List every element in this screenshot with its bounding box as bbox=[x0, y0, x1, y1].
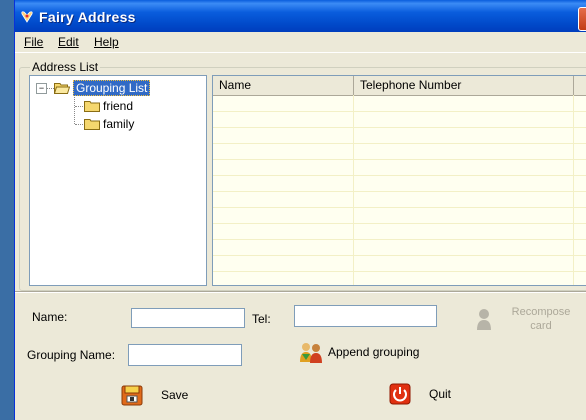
table-row[interactable] bbox=[213, 223, 586, 240]
table-row[interactable] bbox=[213, 239, 586, 256]
tel-field[interactable] bbox=[294, 305, 437, 327]
name-input[interactable] bbox=[132, 309, 244, 327]
quit-label: Quit bbox=[429, 387, 452, 401]
people-icon bbox=[298, 340, 324, 364]
close-button[interactable]: × bbox=[578, 7, 586, 31]
window-title: Fairy Address bbox=[39, 9, 136, 25]
recompose-label-line-2: card bbox=[530, 320, 552, 332]
group-tree[interactable]: − Grouping List friend family bbox=[29, 75, 207, 286]
menu-file-label: File bbox=[24, 35, 44, 49]
append-grouping-button[interactable]: Append grouping bbox=[298, 340, 419, 364]
table-row[interactable] bbox=[213, 191, 586, 208]
name-field[interactable] bbox=[131, 308, 245, 328]
menu-help[interactable]: Help bbox=[94, 35, 119, 49]
fairy-icon bbox=[20, 10, 34, 24]
folder-icon bbox=[84, 118, 100, 130]
table-header: Name Telephone Number bbox=[213, 76, 586, 96]
power-icon bbox=[389, 383, 411, 405]
menu-bar: File Edit Help bbox=[15, 32, 586, 53]
menu-help-label: Help bbox=[94, 35, 119, 49]
floppy-zip-icon bbox=[121, 384, 143, 406]
recompose-label-line-1: Recompose bbox=[511, 306, 571, 318]
save-label: Save bbox=[161, 388, 189, 402]
column-header-telephone[interactable]: Telephone Number bbox=[354, 76, 574, 95]
table-row[interactable] bbox=[213, 255, 586, 272]
quit-button[interactable]: Quit bbox=[389, 383, 451, 405]
menu-edit-label: Edit bbox=[58, 35, 79, 49]
title-bar[interactable]: Fairy Address × bbox=[15, 0, 586, 35]
menu-file[interactable]: File bbox=[24, 35, 43, 49]
tree-item-family[interactable]: family bbox=[84, 116, 134, 132]
table-row[interactable] bbox=[213, 159, 586, 176]
tree-connector bbox=[74, 94, 75, 124]
contacts-table[interactable]: Name Telephone Number bbox=[212, 75, 586, 286]
column-header-name[interactable]: Name bbox=[213, 76, 354, 95]
recompose-card-button[interactable]: Recompose card bbox=[471, 305, 581, 337]
grouping-name-input[interactable] bbox=[129, 345, 241, 365]
tel-input[interactable] bbox=[295, 306, 436, 326]
save-button[interactable]: Save bbox=[121, 384, 188, 406]
main-window: Fairy Address × File Edit Help Address L… bbox=[14, 0, 586, 420]
table-row[interactable] bbox=[213, 127, 586, 144]
tree-root-label: Grouping List bbox=[73, 80, 151, 96]
open-folder-icon bbox=[54, 82, 70, 94]
table-row[interactable] bbox=[213, 207, 586, 224]
tree-root-grouping-list[interactable]: Grouping List bbox=[54, 80, 151, 96]
tree-item-label: family bbox=[103, 117, 135, 131]
grouping-name-field[interactable] bbox=[128, 344, 242, 366]
table-row[interactable] bbox=[213, 143, 586, 160]
name-label: Name: bbox=[32, 310, 68, 324]
collapse-toggle[interactable]: − bbox=[36, 83, 47, 94]
tree-item-friend[interactable]: friend bbox=[84, 98, 133, 114]
tree-item-label: friend bbox=[103, 99, 134, 113]
table-row[interactable] bbox=[213, 271, 586, 285]
address-list-legend: Address List bbox=[30, 60, 101, 74]
tel-label: Tel: bbox=[252, 312, 271, 326]
table-row[interactable] bbox=[213, 111, 586, 128]
recompose-card-label: Recompose card bbox=[501, 305, 581, 333]
grouping-name-label: Grouping Name: bbox=[27, 348, 116, 362]
append-grouping-label: Append grouping bbox=[328, 345, 420, 359]
table-row[interactable] bbox=[213, 95, 586, 112]
folder-icon bbox=[84, 100, 100, 112]
person-silhouette-icon bbox=[475, 307, 493, 334]
table-row[interactable] bbox=[213, 175, 586, 192]
menu-edit[interactable]: Edit bbox=[58, 35, 79, 49]
divider bbox=[15, 291, 586, 293]
